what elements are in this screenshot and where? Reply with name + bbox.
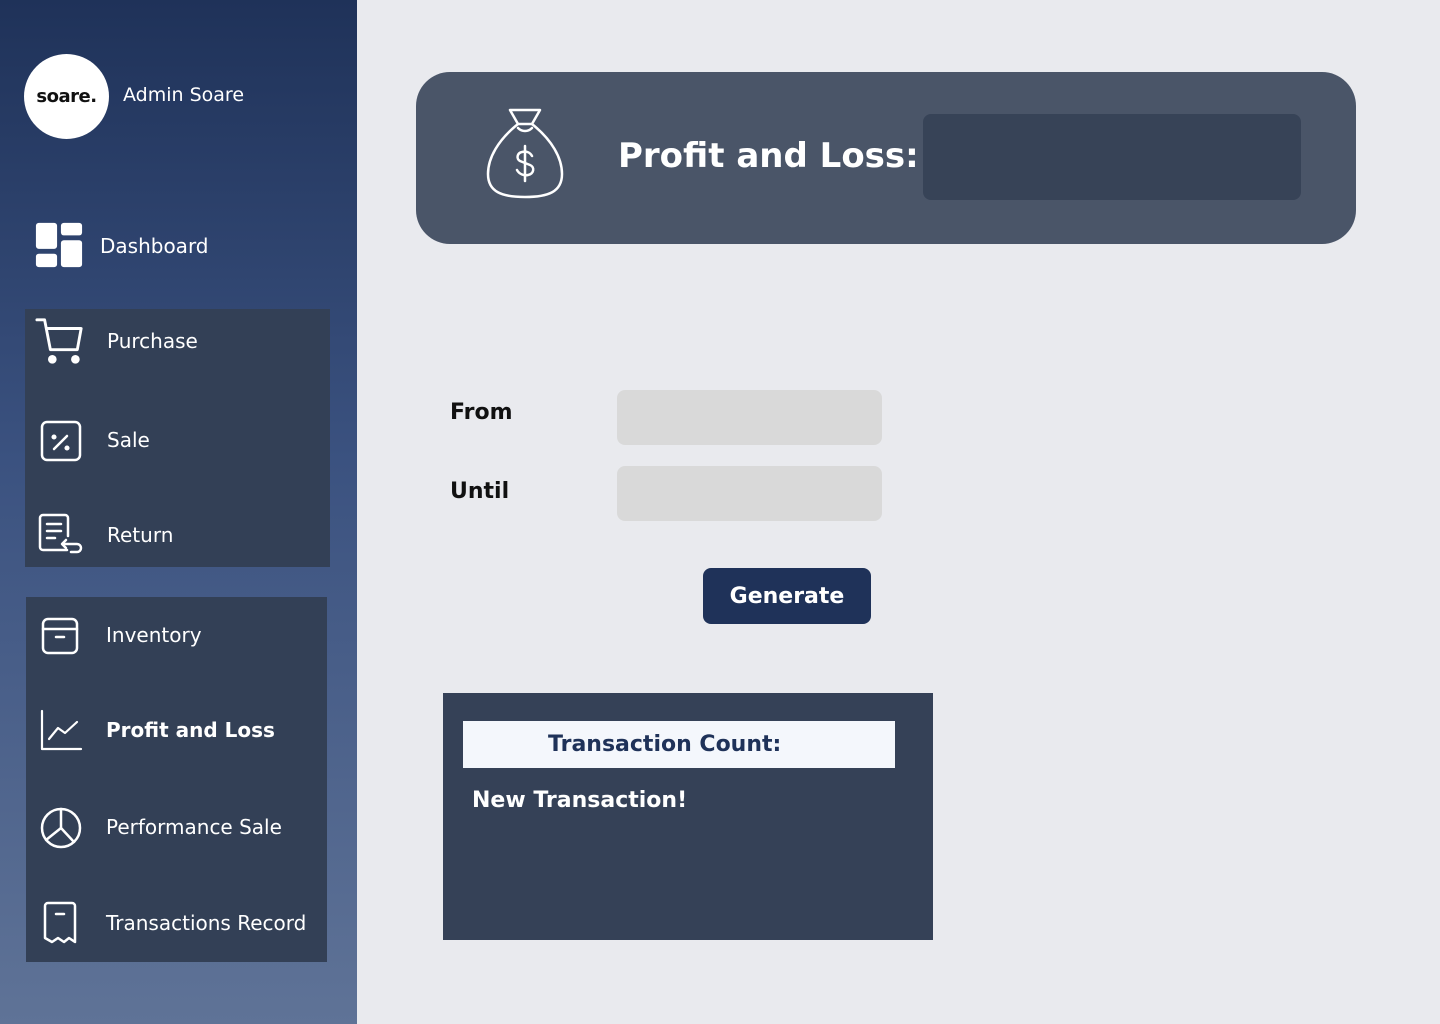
from-date-input[interactable]	[617, 390, 882, 445]
money-bag-icon	[484, 106, 566, 200]
sale-icon	[35, 415, 85, 465]
admin-name: Admin Soare	[123, 84, 245, 106]
transaction-count-label: Transaction Count:	[463, 721, 895, 768]
sidebar-item-transactions-record[interactable]: Transactions Record	[35, 898, 306, 948]
sidebar-item-return[interactable]: Return	[35, 510, 173, 560]
sidebar-item-purchase[interactable]: Purchase	[35, 316, 198, 366]
profit-loss-value	[923, 114, 1301, 200]
sidebar-item-label: Sale	[107, 428, 150, 452]
until-label: Until	[450, 479, 510, 504]
dashboard-icon	[34, 221, 84, 271]
cart-icon	[35, 316, 85, 366]
brand-logo: soare.	[24, 54, 109, 139]
sidebar-item-label: Return	[107, 523, 174, 547]
sidebar-item-label: Dashboard	[100, 234, 209, 258]
generate-button[interactable]: Generate	[703, 568, 871, 624]
profit-loss-header-card: Profit and Loss:	[416, 72, 1356, 244]
sidebar: soare. Admin Soare Dashboard Purchase Sa…	[0, 0, 357, 1024]
sidebar-item-profit-and-loss[interactable]: Profit and Loss	[35, 705, 275, 755]
sidebar-item-label: Profit and Loss	[106, 718, 275, 742]
return-icon	[35, 510, 85, 560]
sidebar-item-label: Purchase	[107, 329, 198, 353]
inventory-icon	[35, 610, 85, 660]
sidebar-item-inventory[interactable]: Inventory	[35, 610, 202, 660]
new-transaction-label: New Transaction!	[472, 788, 688, 813]
from-label: From	[450, 400, 513, 425]
sidebar-item-dashboard[interactable]: Dashboard	[34, 221, 209, 271]
page-title: Profit and Loss:	[618, 136, 919, 176]
transaction-panel: Transaction Count: New Transaction!	[443, 693, 933, 940]
sidebar-item-label: Performance Sale	[106, 815, 282, 839]
chart-line-icon	[35, 705, 85, 755]
sidebar-item-label: Inventory	[106, 623, 202, 647]
pie-chart-icon	[35, 802, 85, 852]
sidebar-item-performance-sale[interactable]: Performance Sale	[35, 802, 282, 852]
until-date-input[interactable]	[617, 466, 882, 521]
sidebar-item-sale[interactable]: Sale	[35, 415, 150, 465]
receipt-icon	[35, 898, 85, 948]
sidebar-item-label: Transactions Record	[106, 911, 307, 935]
